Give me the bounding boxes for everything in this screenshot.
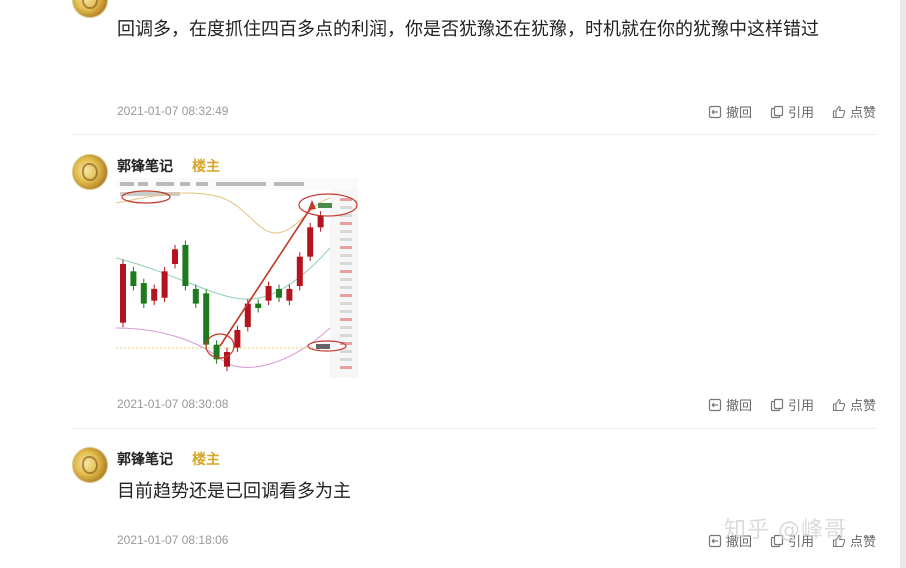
withdraw-icon [708,398,722,411]
candle [307,227,314,257]
candle [161,271,168,298]
scale-tick [340,366,352,369]
withdraw-label: 撤回 [725,106,752,121]
candle [317,215,324,228]
candle [120,264,126,323]
candle [255,303,262,308]
candle [130,271,137,286]
comment-text: 回调多，在度抓住四百多点的利润，你是否犹豫还在犹豫，时机就在你的犹豫中这样错过 [117,19,819,40]
quote-icon [770,105,784,118]
candle [182,244,189,286]
scale-tick [340,334,352,337]
comment-actions: 撤回 引用 点赞 [708,102,876,121]
scale-tick [340,246,352,249]
candle [234,330,241,348]
quote-button[interactable]: 引用 [770,102,814,121]
timestamp: 2021-01-07 08:32:49 [117,104,229,118]
divider [72,428,876,429]
quote-label: 引用 [787,106,814,121]
quote-button[interactable]: 引用 [770,395,814,414]
like-icon [832,105,846,118]
candle [172,249,178,264]
avatar[interactable] [72,154,108,190]
author-name[interactable]: 郭锋笔记 [117,449,173,469]
avatar[interactable] [72,0,108,18]
scale-tick [340,278,352,281]
scale-tick [340,222,352,225]
price-marker [316,344,330,349]
divider [72,134,876,135]
like-icon [832,398,846,411]
withdraw-button[interactable]: 撤回 [708,395,752,414]
arrow-head [308,200,316,210]
timestamp: 2021-01-07 08:18:06 [117,533,229,547]
author-name[interactable]: 郭锋笔记 [117,156,173,176]
candle [286,288,293,301]
like-label: 点赞 [849,106,876,121]
chart-image[interactable] [116,178,358,378]
candle [265,286,272,301]
like-label: 点赞 [849,399,876,414]
scale-tick [340,326,352,329]
candlestick-chart [116,178,358,378]
scale-tick [340,254,352,257]
scale-tick [340,286,352,289]
candle [224,352,230,367]
scale-tick [340,262,352,265]
candle [203,293,210,345]
scale-tick [340,270,352,273]
quote-icon [770,398,784,411]
watermark: 知乎 @峰哥 [724,518,847,543]
op-badge: 楼主 [192,452,220,468]
comment-actions: 撤回 引用 点赞 [708,395,876,414]
candle [276,288,282,298]
scale-tick [340,310,352,313]
scale-tick [340,294,352,297]
timestamp: 2021-01-07 08:30:08 [117,397,229,411]
candle [192,288,199,304]
scale-tick [340,350,352,353]
withdraw-icon [708,534,722,547]
like-button[interactable]: 点赞 [832,102,876,121]
avatar[interactable] [72,447,108,483]
op-badge: 楼主 [192,159,220,175]
like-button[interactable]: 点赞 [832,395,876,414]
scale-tick [340,318,352,321]
like-label: 点赞 [849,535,876,550]
withdraw-icon [708,105,722,118]
withdraw-button[interactable]: 撤回 [708,102,752,121]
price-scale [330,190,358,378]
scrollbar-track[interactable] [900,0,906,568]
candle [296,256,303,286]
scale-tick [340,230,352,233]
scale-tick [340,358,352,361]
quote-label: 引用 [787,399,814,414]
scale-tick [340,302,352,305]
candle [140,283,147,304]
comment-text: 目前趋势还是已回调看多为主 [117,481,351,502]
candle [151,288,158,301]
scale-tick [340,206,352,209]
withdraw-label: 撤回 [725,399,752,414]
price-marker [318,203,332,208]
scale-tick [340,238,352,241]
